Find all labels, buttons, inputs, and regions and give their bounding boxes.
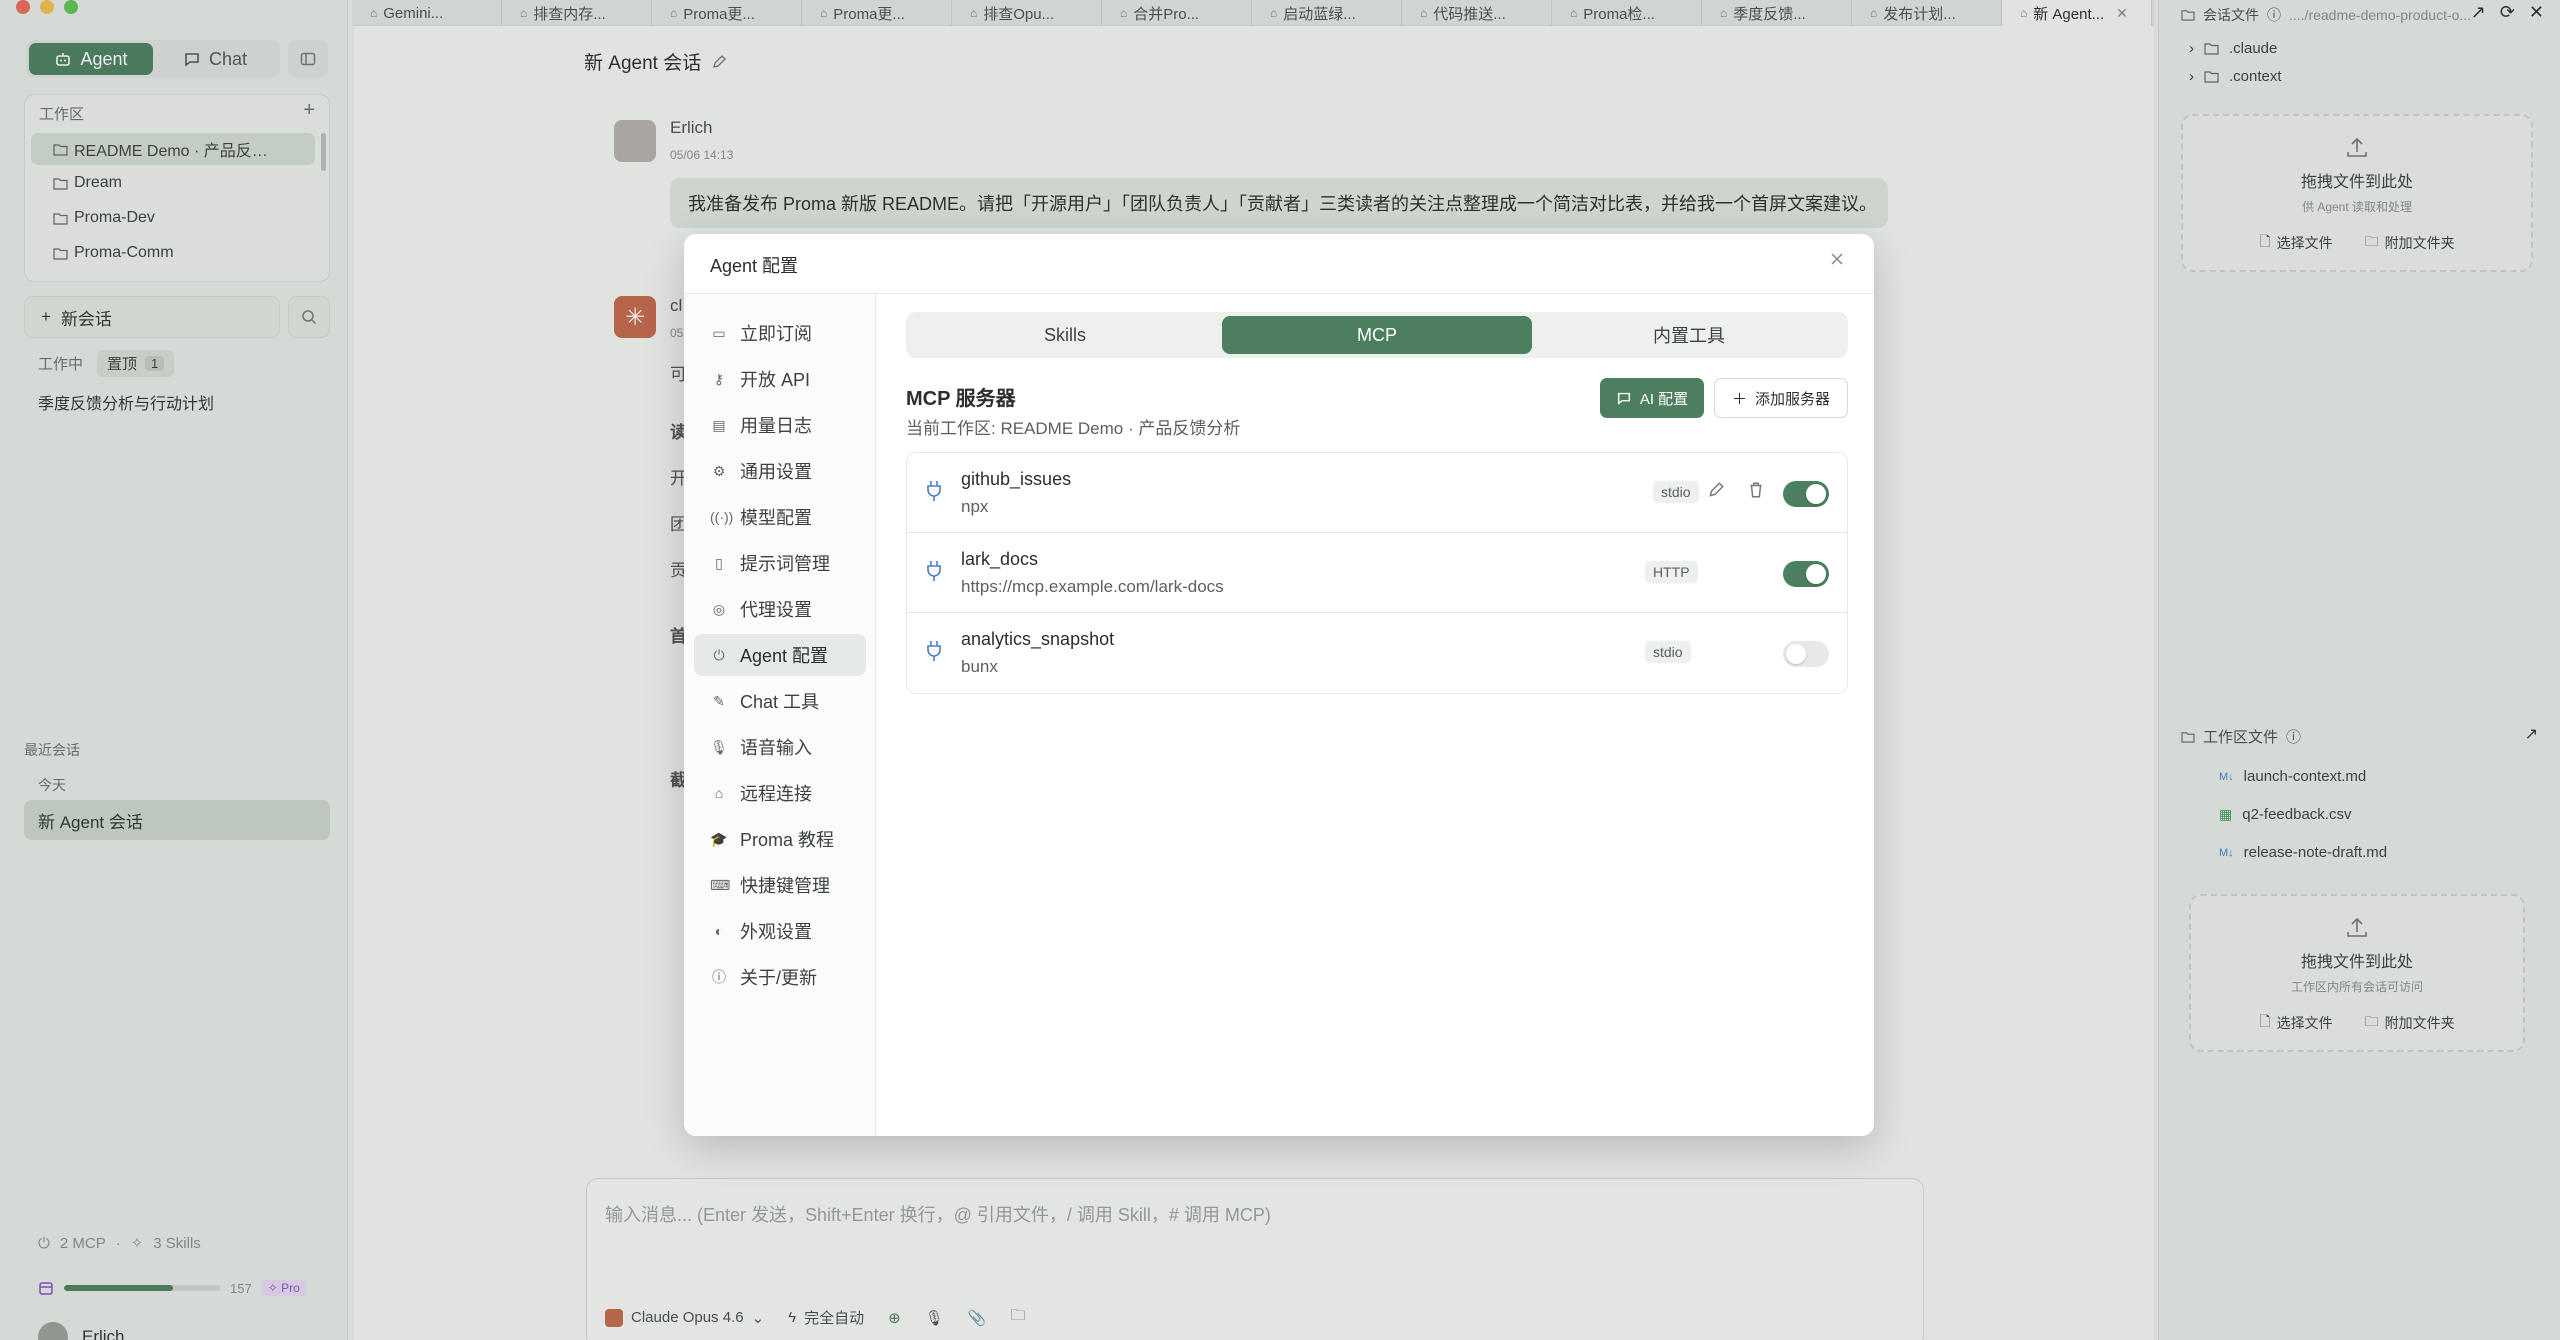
- info-icon: ⓘ: [712, 969, 726, 985]
- server-enable-toggle[interactable]: [1783, 641, 1829, 667]
- wrench-icon: ✎: [713, 692, 725, 709]
- nav-item[interactable]: ⏻ Agent 配置: [694, 634, 866, 676]
- card-icon: ▭: [712, 324, 726, 341]
- toggle-knob: [1806, 484, 1826, 504]
- mcp-server-row: analytics_snapshotbunx stdio: [907, 613, 1847, 693]
- nav-item-label: 快捷键管理: [740, 876, 830, 896]
- close-icon: [1831, 253, 1843, 265]
- config-segment-control: Skills MCP 内置工具: [906, 312, 1848, 358]
- dialog-header: Agent 配置: [684, 234, 1874, 294]
- tab-mcp[interactable]: MCP: [1222, 316, 1532, 354]
- nav-item[interactable]: ▤ 用量日志: [694, 404, 866, 446]
- nav-item-label: Chat 工具: [740, 692, 820, 712]
- ai-config-label: AI 配置: [1639, 390, 1689, 408]
- nav-item[interactable]: ((·)) 模型配置: [694, 496, 866, 538]
- transport-badge: stdio: [1653, 481, 1699, 503]
- nav-item-label: 关于/更新: [740, 968, 818, 988]
- transport-badge: stdio: [1645, 641, 1691, 663]
- server-name: analytics_snapshot: [961, 629, 1115, 649]
- nav-item[interactable]: ⚙ 通用设置: [694, 450, 866, 492]
- keyboard-icon: ⌨: [710, 876, 731, 893]
- tab-skills[interactable]: Skills: [910, 316, 1220, 354]
- nav-item-label: Agent 配置: [740, 646, 829, 666]
- mcp-server-row: lark_docs https://mcp.example.com/lark-do…: [907, 533, 1847, 613]
- server-command: npx: [961, 497, 989, 516]
- palette-icon: ◐: [714, 923, 724, 939]
- microphone-icon: 🎙: [710, 738, 728, 755]
- ai-config-button[interactable]: AI 配置: [1600, 378, 1704, 418]
- toggle-knob: [1806, 564, 1826, 584]
- nav-item[interactable]: ⓘ 关于/更新: [694, 956, 866, 998]
- plus-icon: ＋: [1731, 390, 1747, 408]
- book-icon: ▯: [715, 554, 723, 571]
- toggle-knob: [1786, 644, 1806, 664]
- graduation-icon: 🎓: [710, 830, 728, 847]
- nav-item-label: 立即订阅: [740, 324, 812, 344]
- nav-item[interactable]: ✎ Chat 工具: [694, 680, 866, 722]
- gear-icon: ⚙: [712, 462, 726, 479]
- mcp-server-row: github_issuesnpx stdio: [907, 453, 1847, 533]
- server-enable-toggle[interactable]: [1783, 481, 1829, 507]
- trash-icon[interactable]: [1747, 481, 1765, 499]
- nav-item-label: 开放 API: [740, 370, 811, 390]
- nav-item-label: 提示词管理: [740, 554, 830, 574]
- nav-item-label: 用量日志: [740, 416, 812, 436]
- nav-item[interactable]: ◐ 外观设置: [694, 910, 866, 952]
- section-subtitle: 当前工作区: README Demo · 产品反馈分析: [906, 419, 1241, 438]
- agent-config-dialog: Agent 配置 ▭ 立即订阅 ⚷ 开放 API ▤ 用量日志 ⚙ 通用设置 ((·)) 模型配置…: [684, 234, 1874, 1136]
- nav-item[interactable]: ▭ 立即订阅: [694, 312, 866, 354]
- nav-item[interactable]: ▯ 提示词管理: [694, 542, 866, 584]
- tab-label: 内置工具: [1653, 326, 1725, 346]
- dialog-title: Agent 配置: [710, 256, 799, 276]
- nav-item-label: 代理设置: [740, 600, 812, 620]
- settings-nav: ▭ 立即订阅 ⚷ 开放 API ▤ 用量日志 ⚙ 通用设置 ((·)) 模型配置 ▯ 提示词管理 ◎ 代理…: [684, 294, 876, 1136]
- nav-item-label: 外观设置: [740, 922, 812, 942]
- globe-icon: ◎: [712, 600, 726, 617]
- signal-icon: ((·)): [710, 509, 734, 525]
- mcp-server-list: github_issuesnpx stdio lark_docs https://mc…: [906, 452, 1848, 694]
- nav-item[interactable]: ⚷ 开放 API: [694, 358, 866, 400]
- transport-badge: HTTP: [1645, 561, 1698, 583]
- tab-builtin-tools[interactable]: 内置工具: [1534, 316, 1844, 354]
- server-command: https://mcp.example.com/lark-docs: [961, 577, 1224, 596]
- nav-item[interactable]: 🎙 语音输入: [694, 726, 866, 768]
- section-title: MCP 服务器: [906, 388, 1016, 410]
- nav-item[interactable]: ⌨ 快捷键管理: [694, 864, 866, 906]
- nav-item[interactable]: ⌂ 远程连接: [694, 772, 866, 814]
- chat-bubble-icon: [1616, 390, 1632, 406]
- server-name: github_issues: [961, 469, 1072, 489]
- nav-item-label: 语音输入: [740, 738, 812, 758]
- tab-label: MCP: [1357, 324, 1397, 345]
- plug-icon: [925, 559, 943, 583]
- plug-icon: [925, 479, 943, 503]
- nav-item-label: 通用设置: [740, 462, 812, 482]
- nav-item-label: 模型配置: [740, 508, 812, 528]
- nav-item-label: Proma 教程: [740, 830, 835, 850]
- edit-icon[interactable]: [1707, 481, 1725, 499]
- tab-label: Skills: [1043, 324, 1086, 345]
- plug-icon: [925, 639, 943, 663]
- server-enable-toggle[interactable]: [1783, 561, 1829, 587]
- nav-item-label: 远程连接: [740, 784, 812, 804]
- nav-item[interactable]: 🎓 Proma 教程: [694, 818, 866, 860]
- add-server-label: 添加服务器: [1755, 390, 1831, 408]
- close-button[interactable]: [1828, 250, 1846, 268]
- server-command: bunx: [961, 657, 998, 676]
- plug-icon: ⏻: [713, 646, 725, 663]
- receipt-icon: ▤: [712, 416, 726, 433]
- nav-item[interactable]: ◎ 代理设置: [694, 588, 866, 630]
- key-icon: ⚷: [713, 370, 725, 387]
- add-server-button[interactable]: ＋ 添加服务器: [1714, 378, 1848, 418]
- server-name: lark_docs: [961, 549, 1039, 569]
- robot-icon: ⌂: [714, 785, 724, 801]
